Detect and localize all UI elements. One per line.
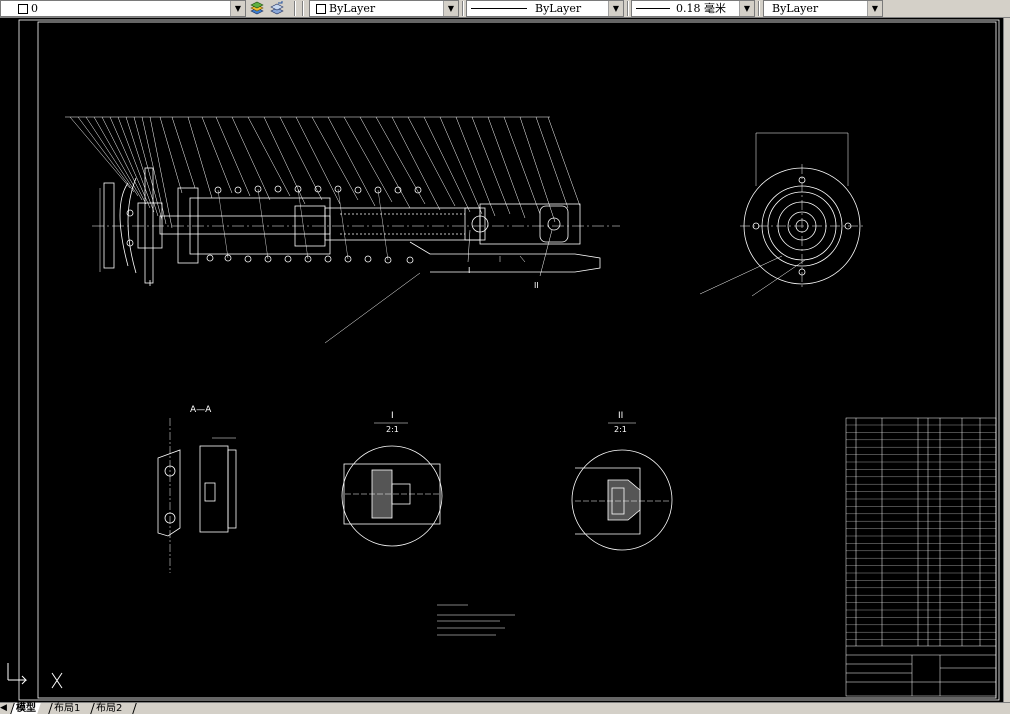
plotstyle-dropdown[interactable]: ByLayer ▼: [763, 0, 883, 17]
layer-previous-icon: [270, 1, 284, 15]
layer-dropdown[interactable]: 0 ▼: [0, 0, 246, 17]
upper-mount: [103, 167, 199, 286]
detail-two-view: [571, 422, 673, 551]
detail-two-scale: 2:1: [614, 425, 627, 434]
tab-layout2[interactable]: 布局2: [90, 703, 128, 714]
detail-one-view: [341, 422, 443, 547]
linetype-value: ByLayer: [535, 2, 582, 15]
color-dropdown[interactable]: ByLayer ▼: [309, 0, 459, 17]
parts-list-rows: [846, 424, 996, 640]
layout-tab-bar: ◀ 模型 布局1 布局2: [0, 702, 1010, 714]
shock-absorber-assembly: [65, 116, 620, 344]
toolbar-separator: [294, 1, 296, 16]
layer-color-swatch: [18, 4, 28, 14]
drawing-canvas[interactable]: A—A I 2:1 II 2:1 I II: [0, 18, 1003, 702]
chevron-down-icon[interactable]: ▼: [443, 1, 458, 16]
parts-list-table: [845, 417, 997, 697]
linetype-sample: [471, 8, 527, 9]
sheet-outer-border: [18, 19, 1000, 701]
tab-end: [132, 703, 143, 714]
coil-spring: [206, 185, 422, 264]
color-value: ByLayer: [329, 2, 376, 15]
detail-two-leader: [539, 229, 553, 277]
linetype-dropdown[interactable]: ByLayer ▼: [466, 0, 624, 17]
tab-prev-button[interactable]: ◀: [0, 703, 7, 714]
lineweight-sample: [636, 8, 670, 9]
layer-name: 0: [31, 2, 38, 15]
detail-one-label: I: [391, 411, 394, 421]
lineweight-value: 0.18 毫米: [676, 2, 726, 15]
detail-one-callout: I: [468, 266, 470, 275]
chevron-down-icon[interactable]: ▼: [230, 1, 245, 16]
ucs-icon: [7, 663, 63, 689]
properties-toolbar: 0 ▼ ByLayer ▼ ByLayer ▼ 0.18 毫米 ▼ ByLaye…: [0, 0, 1010, 18]
detail-two-label: II: [618, 411, 623, 421]
section-aa-view: [157, 418, 237, 573]
chevron-down-icon[interactable]: ▼: [867, 1, 882, 16]
color-swatch: [316, 4, 326, 14]
layer-stack-icon: [250, 1, 264, 15]
lineweight-dropdown[interactable]: 0.18 毫米 ▼: [631, 0, 755, 17]
toolbar-separator: [758, 1, 760, 16]
make-layer-current-button[interactable]: [248, 0, 266, 17]
toolbar-separator: [302, 1, 304, 16]
detail-one-scale: 2:1: [386, 425, 399, 434]
layer-previous-button[interactable]: [268, 0, 286, 17]
section-aa-label: A—A: [190, 405, 212, 415]
toolbar-separator: [462, 1, 464, 16]
sheet-inner-border: [37, 21, 997, 699]
end-view: [699, 132, 864, 297]
tab-layout1[interactable]: 布局1: [48, 703, 86, 714]
detail-two-callout: II: [534, 281, 539, 290]
plotstyle-value: ByLayer: [772, 2, 819, 15]
part-leader-line: [324, 272, 421, 344]
technical-notes: [437, 604, 515, 636]
detail-one-leader: [467, 229, 471, 263]
damper-cylinder: [159, 197, 601, 273]
part-leader-lines: [65, 116, 581, 229]
chevron-down-icon[interactable]: ▼: [608, 1, 623, 16]
chevron-down-icon[interactable]: ▼: [739, 1, 754, 16]
toolbar-separator: [627, 1, 629, 16]
vertical-scrollbar[interactable]: [1003, 18, 1010, 702]
tab-model[interactable]: 模型: [10, 703, 41, 714]
